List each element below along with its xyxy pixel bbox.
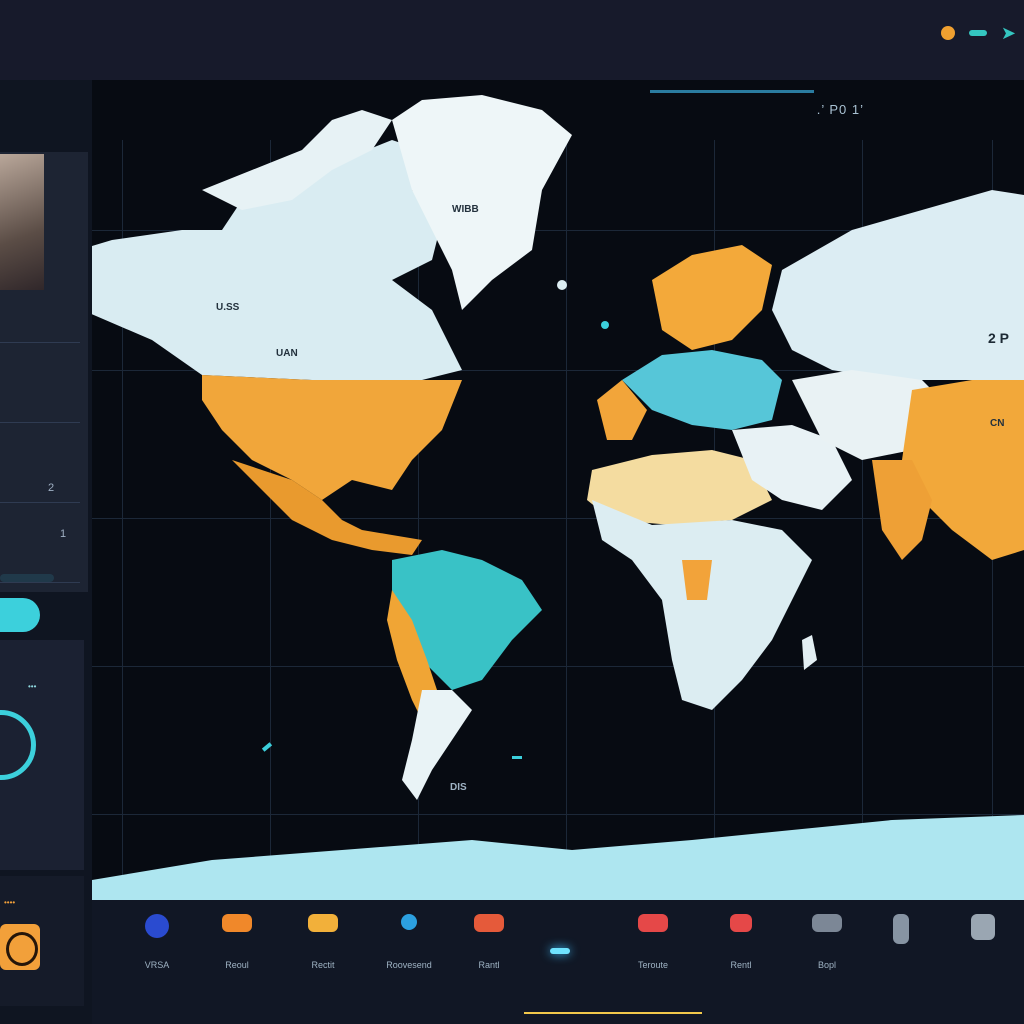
car-icon bbox=[730, 914, 752, 932]
pin-icon bbox=[401, 914, 417, 930]
divider bbox=[0, 342, 80, 343]
island bbox=[601, 321, 609, 329]
island bbox=[557, 280, 567, 290]
region-central-europe bbox=[622, 350, 782, 430]
island bbox=[512, 756, 522, 759]
map-label-asia: 2 P bbox=[988, 330, 1010, 346]
map-label-usa: UAN bbox=[276, 348, 298, 359]
route-icon bbox=[638, 914, 668, 932]
top-bar: ➤ bbox=[0, 0, 1024, 80]
gauge-tag: ••• bbox=[28, 682, 37, 691]
minimize-icon[interactable] bbox=[968, 30, 987, 36]
nav-item-reoul[interactable]: Reoul bbox=[202, 914, 272, 984]
panel-value: 1 bbox=[60, 528, 67, 540]
region-scandinavia bbox=[652, 245, 772, 350]
record-dot-icon[interactable] bbox=[940, 26, 955, 40]
divider bbox=[0, 582, 80, 583]
region-usa bbox=[202, 375, 462, 500]
nav-item-rantl[interactable]: Rantl bbox=[454, 914, 524, 984]
left-panel: 2 1 ••• •••• bbox=[0, 80, 92, 1024]
nav-item-bopl[interactable]: Bopl bbox=[792, 914, 862, 984]
divider bbox=[0, 422, 80, 423]
nav-item-profile[interactable] bbox=[866, 914, 936, 984]
nav-item-roovesend[interactable]: Roovesend bbox=[374, 914, 444, 984]
region-africa-south bbox=[592, 500, 812, 710]
map-label-greenland: WIBB bbox=[452, 204, 479, 215]
status-label: •••• bbox=[4, 898, 16, 907]
slider-track[interactable] bbox=[0, 574, 54, 582]
active-indicator bbox=[550, 948, 570, 954]
region-madagascar bbox=[802, 635, 817, 670]
map-label-canada: U.SS bbox=[216, 302, 240, 313]
panel-value: 2 bbox=[48, 482, 55, 494]
region-africa-east bbox=[682, 560, 712, 600]
arrow-right-icon[interactable]: ➤ bbox=[1001, 24, 1016, 42]
layers-icon bbox=[812, 914, 842, 932]
map-label-south: DIS bbox=[450, 782, 467, 793]
chart-icon bbox=[971, 914, 995, 940]
nav-item-teroute[interactable]: Teroute bbox=[618, 914, 688, 984]
divider bbox=[0, 502, 80, 503]
nav-item-rectit[interactable]: Rectit bbox=[288, 914, 358, 984]
nav-item-vrsa[interactable]: VRSA bbox=[122, 914, 192, 984]
window-controls: ➤ bbox=[940, 24, 1016, 42]
user-icon bbox=[893, 914, 909, 944]
map-label-china: CN bbox=[990, 418, 1005, 429]
bottom-nav: VRSA Reoul Rectit Roovesend Rantl Terout… bbox=[92, 900, 1024, 1024]
circle-icon bbox=[6, 932, 38, 966]
map-canvas bbox=[92, 95, 1024, 900]
tag-icon bbox=[222, 914, 252, 932]
world-map[interactable]: .’ P0 1’ WIBB U.SS UAN 2 P CN DIS bbox=[92, 80, 1024, 900]
active-underline bbox=[524, 1012, 702, 1014]
alert-badge[interactable] bbox=[0, 924, 40, 970]
user-photo[interactable] bbox=[0, 154, 44, 290]
region-russia bbox=[772, 190, 1024, 380]
folder-icon bbox=[308, 914, 338, 932]
island bbox=[261, 742, 273, 752]
region-greenland bbox=[392, 95, 572, 310]
region-antarctica bbox=[92, 815, 1024, 900]
flag-icon bbox=[474, 914, 504, 932]
nav-item-settings[interactable] bbox=[948, 914, 1018, 984]
nav-item-rentl[interactable]: Rentl bbox=[706, 914, 776, 984]
globe-icon bbox=[145, 914, 169, 938]
toggle-switch[interactable] bbox=[0, 598, 40, 632]
